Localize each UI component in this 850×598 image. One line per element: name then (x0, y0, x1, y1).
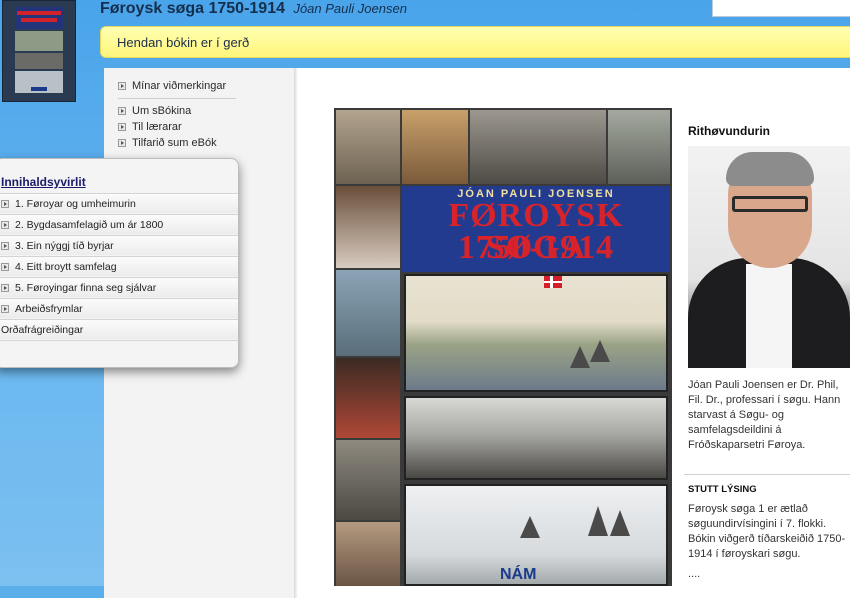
nav-item-teachers[interactable]: Til lærarar (118, 121, 182, 133)
author-photo (688, 146, 850, 368)
arrow-right-icon (1, 305, 9, 313)
author-shirt (746, 264, 792, 368)
toc-item-label: Orðafrágreiðingar (1, 324, 84, 336)
author-hair (726, 152, 814, 186)
toc-item-label: 1. Føroyar og umheimurin (15, 198, 136, 210)
toc-item[interactable]: Orðafrágreiðingar (0, 319, 238, 339)
book-author: Jóan Pauli Joensen (293, 1, 407, 16)
sailing-ship-icon (590, 340, 610, 362)
toc-item-label: 3. Ein nýggj tíð byrjar (15, 240, 114, 252)
book-title: Føroysk søga 1750-1914 (100, 0, 285, 17)
arrow-right-icon (1, 242, 9, 250)
author-bio: Jóan Pauli Joensen er Dr. Phil, Fil. Dr.… (688, 379, 841, 451)
arrow-right-icon (1, 200, 9, 208)
cover-portrait (336, 522, 400, 586)
cover-portrait (608, 110, 670, 184)
book-thumbnail[interactable] (2, 0, 76, 102)
author-heading: Rithøvundurin (688, 124, 770, 138)
arrow-right-icon (1, 221, 9, 229)
summary-heading: STUTT LÝSING (688, 484, 757, 495)
author-glasses (732, 196, 808, 212)
arrow-right-icon (1, 284, 9, 292)
cover-portrait (402, 110, 468, 184)
nav-item-label: Mínar viðmerkingar (132, 80, 227, 92)
toc-item[interactable]: 2. Bygdasamfelagið um ár 1800 (0, 214, 238, 234)
cover-portrait (470, 110, 606, 184)
cover-portrait (336, 186, 400, 268)
cover-portrait (336, 270, 400, 356)
danish-flag-icon (544, 276, 562, 288)
nav-item-label: Um sBókina (132, 105, 192, 117)
notice-text: Hendan bókin er í gerð (117, 35, 250, 50)
thumbnail-logo (31, 87, 47, 91)
panel-divider (294, 68, 298, 598)
toc-item[interactable]: 1. Føroyar og umheimurin (0, 193, 238, 213)
sailboat-icon (588, 506, 608, 536)
toc-footer (0, 340, 238, 367)
arrow-right-icon (118, 123, 126, 131)
toc-item[interactable]: 4. Eitt broytt samfelag (0, 256, 238, 276)
thumbnail-picture (15, 53, 63, 69)
cover-years: 1750-1914 (457, 229, 615, 266)
toc-panel: Innihaldsyvirlit 1. Føroyar og umheimuri… (0, 158, 239, 368)
cover-village-photo (404, 396, 668, 480)
toc-item-label: Arbeiðsfrymlar (15, 303, 83, 315)
thumbnail-title-mark (21, 18, 57, 22)
sailboat-icon (520, 516, 540, 538)
publisher-logo: NÁM (500, 566, 537, 583)
toc-item-label: 4. Eitt broytt samfelag (15, 261, 117, 273)
arrow-right-icon (118, 139, 126, 147)
cover-harbour-painting (404, 274, 668, 392)
summary-text: Føroysk søga 1 er ætlað søguundirvísingi… (688, 503, 846, 560)
sailboat-icon (610, 510, 630, 536)
nav-item-ebook[interactable]: Tilfarið sum eBók (118, 137, 217, 149)
toc-item-label: 2. Bygdasamfelagið um ár 1800 (15, 219, 164, 231)
notice-banner: Hendan bókin er í gerð (100, 26, 850, 58)
thumbnail-picture (15, 31, 63, 51)
search-input[interactable] (712, 0, 850, 17)
arrow-right-icon (118, 82, 126, 90)
read-more-link[interactable]: .... (688, 568, 700, 580)
toc-item-label: 5. Føroyingar finna seg sjálvar (15, 282, 157, 294)
sailing-ship-icon (570, 346, 590, 368)
nav-item-about[interactable]: Um sBókina (118, 105, 191, 117)
cover-portrait (336, 440, 400, 520)
arrow-right-icon (1, 263, 9, 271)
toc-heading[interactable]: Innihaldsyvirlit (1, 175, 86, 189)
toc-item[interactable]: 5. Føroyingar finna seg sjálvar (0, 277, 238, 297)
book-title-line: Føroysk søga 1750-1914 Jóan Pauli Joense… (100, 0, 407, 22)
nav-item-label: Tilfarið sum eBók (132, 137, 217, 149)
nav-item-label: Til lærarar (132, 121, 182, 133)
toc-item[interactable]: Arbeiðsfrymlar (0, 298, 238, 318)
thumbnail-title-mark (17, 11, 61, 15)
cover-portrait (336, 110, 400, 184)
cover-portrait (336, 358, 400, 438)
nav-item-my-notes[interactable]: Mínar viðmerkingar (118, 80, 226, 92)
section-divider (684, 474, 850, 475)
toc-item[interactable]: 3. Ein nýggj tíð byrjar (0, 235, 238, 255)
arrow-right-icon (118, 107, 126, 115)
book-cover[interactable]: JÓAN PAULI JOENSEN FØROYSK SØGA 1750-191… (334, 108, 672, 586)
nav-divider (118, 98, 236, 99)
